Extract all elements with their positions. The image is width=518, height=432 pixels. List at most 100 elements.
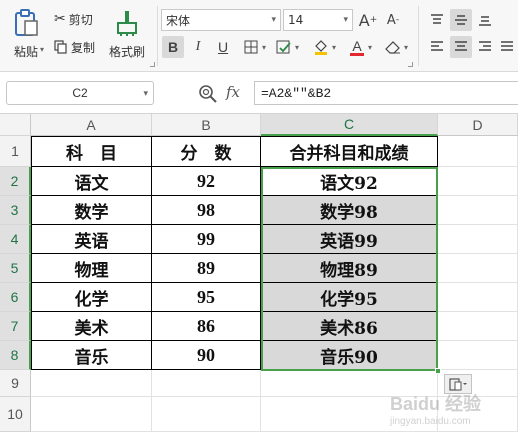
paint-bucket-icon [315,40,327,55]
chevron-down-icon[interactable]: ▾ [262,43,266,52]
cell-b9[interactable] [152,370,261,397]
font-color-button[interactable]: A [346,36,368,58]
group-separator [418,6,419,66]
function-icon[interactable]: fx [226,83,240,101]
table-cell-score[interactable]: 99 [152,225,261,254]
fill-color-button[interactable] [310,36,332,58]
align-left-button[interactable] [426,36,448,58]
table-cell-score[interactable]: 89 [152,254,261,283]
format-painter-button[interactable]: 格式刷 [104,6,150,62]
row-header-7[interactable]: 7 [0,312,31,341]
chevron-down-icon: ▾ [143,88,148,98]
row-header-2[interactable]: 2 [0,167,31,196]
table-cell-subject[interactable]: 英语 [31,225,152,254]
row-header-1[interactable]: 1 [0,136,31,167]
italic-button[interactable]: I [187,36,209,58]
column-header-c[interactable]: C [261,114,438,136]
cell-d6[interactable] [438,283,518,312]
table-header-subject[interactable]: 科 目 [31,136,152,167]
copy-button[interactable]: 复制 [54,36,95,58]
row-header-8[interactable]: 8 [0,341,31,370]
cut-button[interactable]: ✂ 剪切 [54,8,93,30]
table-cell-subject[interactable]: 数学 [31,196,152,225]
table-cell-combined-active[interactable]: 语文92 [261,167,438,196]
row-header-10[interactable]: 10 [0,397,31,432]
align-right-button[interactable] [474,36,496,58]
fill-handle[interactable] [435,368,441,374]
font-name-select[interactable]: 宋体 ▾ [161,9,281,31]
table-cell-score[interactable]: 90 [152,341,261,370]
table-cell-combined[interactable]: 英语99 [261,225,438,254]
chevron-down-icon[interactable]: ▾ [332,43,336,52]
table-cell-combined[interactable]: 美术86 [261,312,438,341]
table-cell-combined[interactable]: 音乐90 [261,341,438,370]
table-cell-score[interactable]: 86 [152,312,261,341]
cell-style-button[interactable] [273,36,295,58]
bold-button[interactable]: B [162,36,184,58]
underline-button[interactable]: U [212,36,234,58]
borders-button[interactable] [240,36,262,58]
clipboard-group-launcher[interactable] [150,62,155,67]
table-cell-combined[interactable]: 物理89 [261,254,438,283]
cell-a10[interactable] [31,397,152,432]
column-header-b[interactable]: B [152,114,261,136]
column-header-d[interactable]: D [438,114,518,136]
table-cell-score[interactable]: 92 [152,167,261,196]
row-header-9[interactable]: 9 [0,370,31,397]
cell-d2[interactable] [438,167,518,196]
table-cell-score[interactable]: 95 [152,283,261,312]
cell-a9[interactable] [31,370,152,397]
scissors-icon: ✂ [54,11,66,27]
formula-text: =A2&""&B2 [261,85,332,101]
table-cell-subject[interactable]: 物理 [31,254,152,283]
table-cell-combined[interactable]: 化学95 [261,283,438,312]
cell-d1[interactable] [438,136,518,167]
formula-input[interactable]: =A2&""&B2 [254,81,518,105]
zoom-icon[interactable] [198,84,218,104]
chevron-down-icon: ▾ [271,15,276,25]
font-group-launcher[interactable] [408,62,413,67]
align-center-button[interactable] [450,36,472,58]
align-top-button[interactable] [426,9,448,31]
row-header-6[interactable]: 6 [0,283,31,312]
cell-d3[interactable] [438,196,518,225]
table-header-score[interactable]: 分 数 [152,136,261,167]
cell-d7[interactable] [438,312,518,341]
table-cell-subject[interactable]: 美术 [31,312,152,341]
table-header-combined[interactable]: 合并科目和成绩 [261,136,438,167]
table-cell-subject[interactable]: 语文 [31,167,152,196]
table-cell-combined[interactable]: 数学98 [261,196,438,225]
row-header-4[interactable]: 4 [0,225,31,254]
align-middle-button[interactable] [450,9,472,31]
select-all-corner[interactable] [0,114,31,136]
font-size-select[interactable]: 14 ▾ [283,9,353,31]
chevron-down-icon[interactable]: ▾ [404,43,408,52]
paste-dropdown-arrow[interactable]: ▾ [40,45,44,54]
row-header-5[interactable]: 5 [0,254,31,283]
table-cell-subject[interactable]: 音乐 [31,341,152,370]
table-cell-score[interactable]: 98 [152,196,261,225]
font-color-icon: A [352,37,362,54]
justify-button[interactable] [496,36,518,58]
format-painter-label: 格式刷 [108,44,145,59]
align-top-icon [431,14,443,24]
cell-d5[interactable] [438,254,518,283]
chevron-down-icon[interactable]: ▾ [368,43,372,52]
italic-icon: I [195,39,201,54]
cell-b10[interactable] [152,397,261,432]
row-header-3[interactable]: 3 [0,196,31,225]
justify-icon [501,41,513,51]
chevron-down-icon[interactable]: ▾ [295,43,299,52]
table-cell-subject[interactable]: 化学 [31,283,152,312]
cell-d8[interactable] [438,341,518,370]
border-icon [244,40,258,54]
clear-format-button[interactable] [382,36,404,58]
column-header-a[interactable]: A [31,114,152,136]
name-box[interactable]: C2 ▾ [6,81,154,105]
grow-font-button[interactable]: A + [357,9,379,31]
font-color-swatch [350,52,364,56]
shrink-font-button[interactable]: A- [382,9,404,31]
cell-d4[interactable] [438,225,518,254]
cell-reference: C2 [72,86,88,100]
align-bottom-button[interactable] [474,9,496,31]
